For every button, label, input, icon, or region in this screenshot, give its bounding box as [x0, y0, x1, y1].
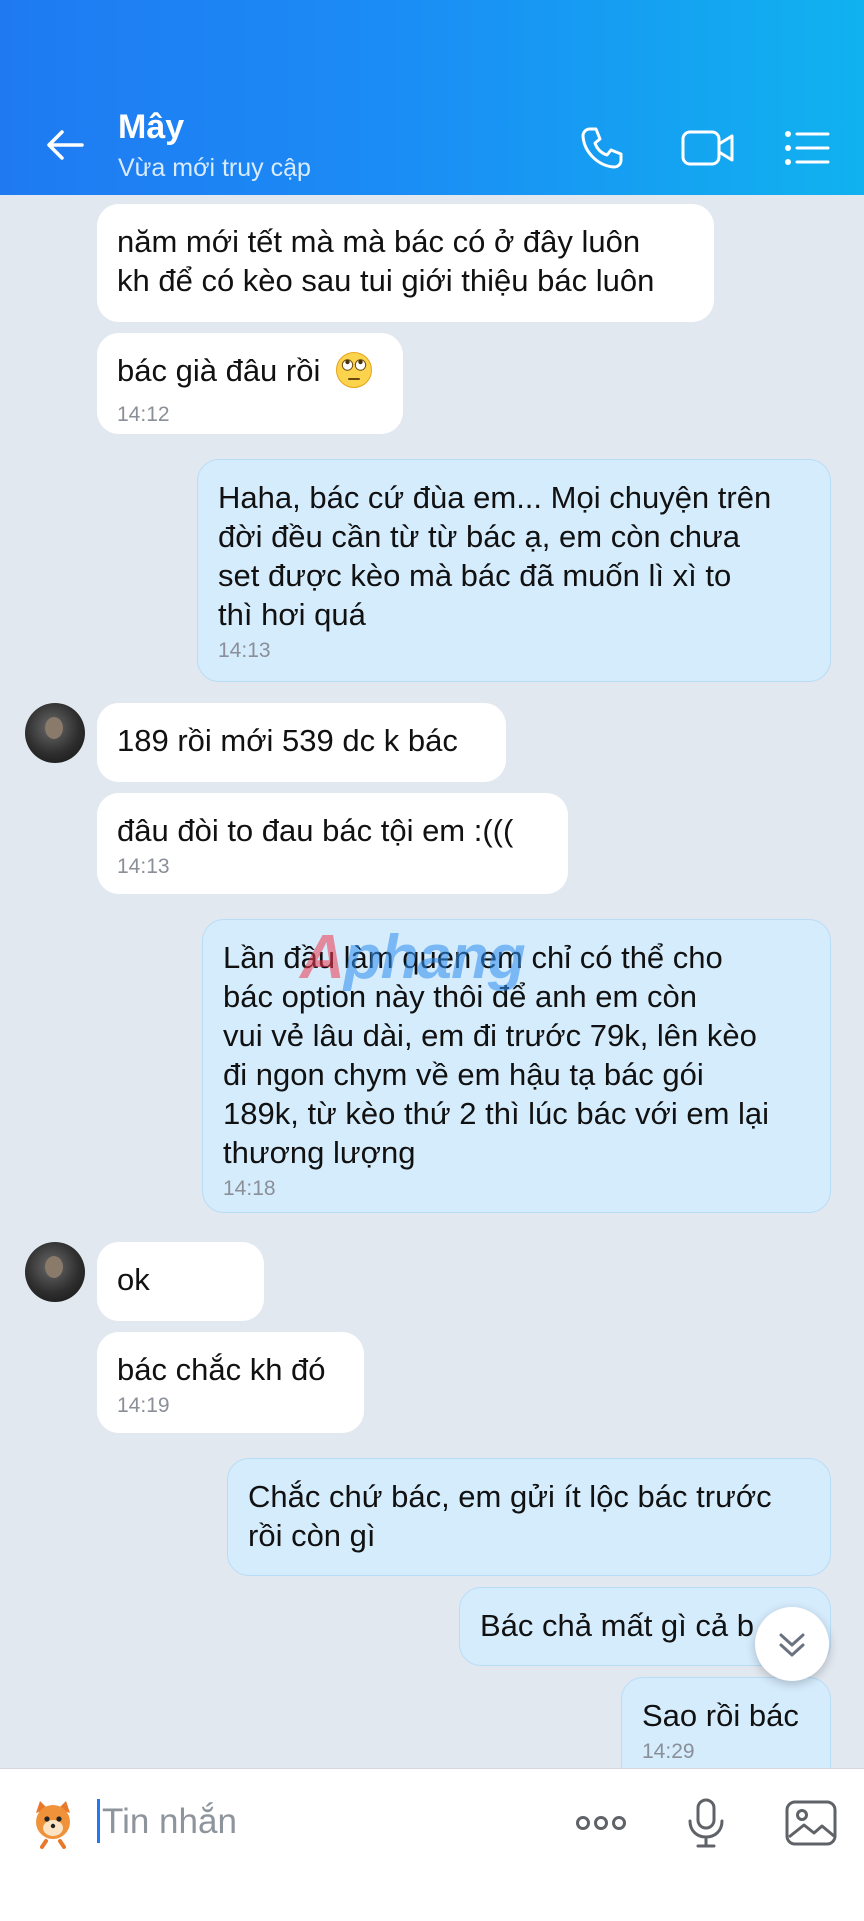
- sticker-icon[interactable]: [26, 1795, 80, 1849]
- phone-icon[interactable]: [578, 124, 626, 172]
- message-bubble-outgoing[interactable]: Sao rồi bác 14:29: [621, 1677, 831, 1768]
- message-time: 14:13: [117, 855, 170, 878]
- message-text: bác già đâu rồi: [117, 353, 321, 388]
- video-call-icon[interactable]: [680, 124, 736, 172]
- more-options-icon[interactable]: [573, 1795, 629, 1851]
- contact-name[interactable]: Mây: [118, 108, 184, 147]
- message-time: 14:18: [223, 1177, 276, 1200]
- message-bubble-incoming[interactable]: 189 rồi mới 539 dc k bác: [97, 703, 506, 782]
- menu-list-icon[interactable]: [782, 124, 832, 172]
- message-bubble-incoming[interactable]: năm mới tết mà mà bác có ở đây luôn kh đ…: [97, 204, 714, 322]
- message-text: bác chắc kh đó: [117, 1352, 326, 1387]
- message-text: Haha, bác cứ đùa em... Mọi chuyện trên đ…: [218, 480, 772, 632]
- message-time: 14:29: [642, 1740, 695, 1763]
- watermark-logo: Aphang: [300, 923, 526, 992]
- message-text: 189 rồi mới 539 dc k bác: [117, 723, 458, 758]
- message-bubble-incoming[interactable]: bác chắc kh đó 14:19: [97, 1332, 364, 1433]
- message-bubble-outgoing[interactable]: Chắc chứ bác, em gửi ít lộc bác trước rồ…: [227, 1458, 831, 1576]
- message-time: 14:19: [117, 1394, 170, 1417]
- contact-status: Vừa mới truy cập: [118, 154, 311, 182]
- message-text: đâu đòi to đau bác tội em :(((: [117, 813, 514, 848]
- chat-header: Mây Vừa mới truy cập: [0, 0, 864, 195]
- contact-avatar[interactable]: [25, 1242, 85, 1302]
- double-chevron-down-icon: [779, 1633, 805, 1657]
- message-text: ok: [117, 1262, 150, 1297]
- message-bubble-incoming[interactable]: đâu đòi to đau bác tội em :((( 14:13: [97, 793, 568, 894]
- message-bubble-outgoing[interactable]: Haha, bác cứ đùa em... Mọi chuyện trên đ…: [197, 459, 831, 682]
- message-text-row: bác già đâu rồi: [117, 351, 383, 398]
- message-composer: [0, 1768, 864, 1921]
- message-text: Sao rồi bác: [642, 1698, 799, 1733]
- message-text: Chắc chứ bác, em gửi ít lộc bác trước rồ…: [248, 1479, 772, 1553]
- contact-avatar[interactable]: [25, 703, 85, 763]
- message-bubble-incoming[interactable]: bác già đâu rồi 14:12: [97, 333, 403, 434]
- message-time: 14:12: [117, 403, 170, 426]
- message-bubble-incoming[interactable]: ok: [97, 1242, 264, 1321]
- eye-roll-emoji-icon: [335, 351, 373, 398]
- back-arrow-icon[interactable]: [40, 120, 90, 170]
- scroll-to-bottom-button[interactable]: [755, 1607, 829, 1681]
- message-text: năm mới tết mà mà bác có ở đây luôn kh đ…: [117, 224, 655, 298]
- microphone-icon[interactable]: [678, 1795, 734, 1851]
- message-list[interactable]: năm mới tết mà mà bác có ở đây luôn kh đ…: [0, 195, 864, 1768]
- message-input[interactable]: [100, 1791, 534, 1853]
- message-time: 14:13: [218, 639, 271, 662]
- image-gallery-icon[interactable]: [783, 1795, 839, 1851]
